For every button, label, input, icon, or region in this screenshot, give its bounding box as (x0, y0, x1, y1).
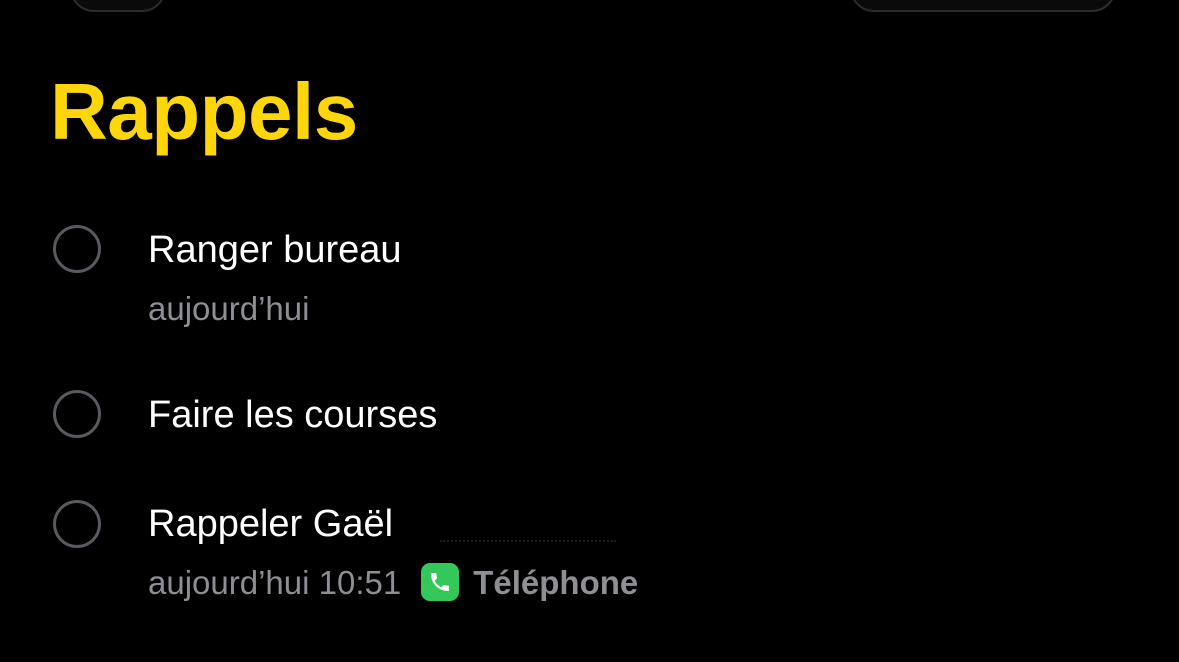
page-title: Rappels (50, 67, 358, 156)
back-button[interactable] (70, 0, 166, 12)
reminder-date-text: aujourd’hui (148, 290, 310, 327)
completion-circle[interactable] (53, 500, 101, 548)
toolbar-pill[interactable] (850, 0, 1116, 12)
phone-handset-icon (431, 573, 450, 591)
reminder-title[interactable]: Ranger bureau (148, 231, 402, 269)
reminder-date: aujourd’hui (148, 292, 309, 325)
reminder-title[interactable]: Rappeler Gaël (148, 505, 393, 543)
completion-circle[interactable] (53, 225, 101, 273)
reminder-title[interactable]: Faire les courses (148, 396, 437, 434)
reminder-date: aujourd’hui 10:51 Téléphone (148, 563, 638, 601)
dotted-divider (440, 540, 616, 542)
completion-circle[interactable] (53, 390, 101, 438)
phone-action-label[interactable]: Téléphone (473, 566, 638, 599)
phone-icon[interactable] (421, 563, 460, 601)
reminder-date-text: aujourd’hui 10:51 (148, 563, 402, 601)
